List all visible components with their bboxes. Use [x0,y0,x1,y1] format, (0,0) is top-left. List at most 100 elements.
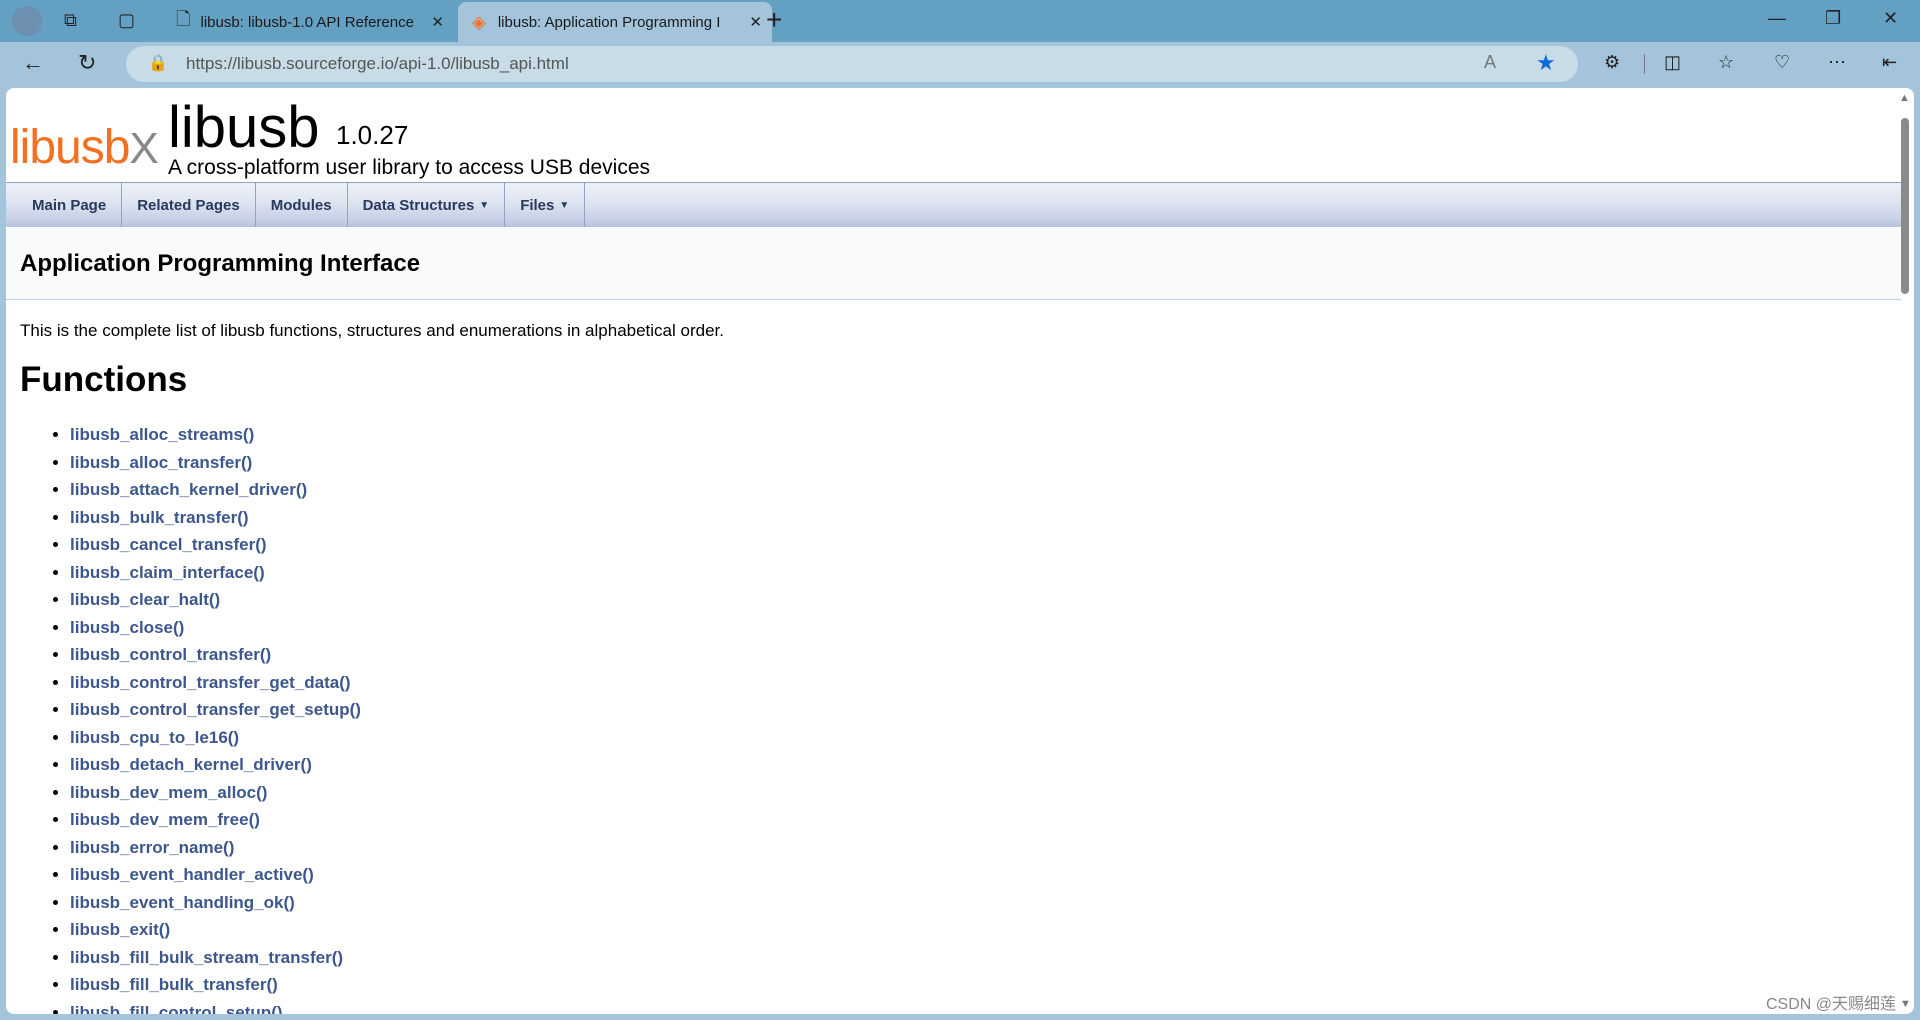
browser-essentials-icon[interactable]: ♡ [1774,52,1790,73]
profile-avatar[interactable] [12,6,42,36]
url-text[interactable]: https://libusb.sourceforge.io/api-1.0/li… [186,54,569,74]
list-item: libusb_fill_bulk_stream_transfer() [70,944,361,972]
address-bar[interactable]: 🔒 https://libusb.sourceforge.io/api-1.0/… [126,46,1578,82]
tab-label: libusb: Application Programming Interfac… [497,13,720,31]
web-page: libusbX libusb 1.0.27 A cross-platform u… [6,88,1914,1014]
nav-label: Modules [270,196,332,214]
function-link[interactable]: libusb_bulk_transfer() [70,508,249,527]
function-link[interactable]: libusb_claim_interface() [70,563,265,582]
project-name: libusb [168,95,320,160]
refresh-icon[interactable]: ↻ [78,50,96,76]
function-link[interactable]: libusb_control_transfer_get_data() [70,673,351,692]
sourceforge-icon: ◈ [472,11,486,32]
function-link[interactable]: libusb_event_handler_active() [70,865,314,884]
watermark: CSDN @天赐细莲 [1766,996,1897,1013]
page-header: Application Programming Interface [6,228,1901,300]
libusb-logo: libusbX [10,121,159,174]
list-item: libusb_alloc_transfer() [70,449,361,477]
vertical-tabs-icon[interactable]: ▢ [118,10,135,31]
functions-heading: Functions [20,360,188,399]
caret-down-icon: ▼ [559,199,570,211]
function-link[interactable]: libusb_dev_mem_alloc() [70,783,267,802]
close-tab-icon[interactable]: ✕ [749,13,762,31]
tab-application-programming-interface[interactable]: ◈ libusb: Application Programming Interf… [458,2,772,42]
nav-data-structures[interactable]: Data Structures ▼ [348,183,506,227]
scrollbar-thumb[interactable] [1901,118,1909,294]
list-item: libusb_claim_interface() [70,559,361,587]
list-item: libusb_event_handling_ok() [70,889,361,917]
nav-label: Related Pages [137,196,240,214]
more-icon[interactable]: ⋯ [1828,52,1846,73]
list-item: libusb_detach_kernel_driver() [70,751,361,779]
favorite-star-icon[interactable]: ★ [1536,50,1556,76]
function-link[interactable]: libusb_alloc_transfer() [70,453,252,472]
function-link[interactable]: libusb_fill_control_setup() [70,1003,283,1015]
function-link[interactable]: libusb_close() [70,618,184,637]
tab-label: libusb: libusb-1.0 API Reference [200,13,414,31]
close-tab-icon[interactable]: ✕ [431,13,444,31]
list-item: libusb_control_transfer() [70,641,361,669]
function-link[interactable]: libusb_dev_mem_free() [70,810,260,829]
list-item: libusb_dev_mem_alloc() [70,779,361,807]
back-icon[interactable]: ← [22,50,44,76]
close-window-icon[interactable]: ✕ [1883,8,1898,29]
function-link[interactable]: libusb_cancel_transfer() [70,535,267,554]
tab-bar: ⧉ ▢ 🗋 libusb: libusb-1.0 API Reference ✕… [0,0,1920,42]
list-item: libusb_close() [70,614,361,642]
function-link[interactable]: libusb_control_transfer_get_setup() [70,700,361,719]
caret-down-icon: ▼ [479,199,490,211]
main-nav: Main Page Related Pages Modules Data Str… [6,182,1901,227]
list-item: libusb_bulk_transfer() [70,504,361,532]
function-link[interactable]: libusb_alloc_streams() [70,425,254,444]
list-item: libusb_fill_bulk_transfer() [70,971,361,999]
toolbar-divider [1644,54,1645,74]
function-link[interactable]: libusb_fill_bulk_stream_transfer() [70,948,343,967]
function-link[interactable]: libusb_error_name() [70,838,234,857]
nav-label: Files [520,196,555,214]
list-item: libusb_clear_halt() [70,586,361,614]
split-screen-icon[interactable]: ◫ [1664,52,1681,73]
list-item: libusb_cancel_transfer() [70,531,361,559]
function-link[interactable]: libusb_attach_kernel_driver() [70,480,307,499]
function-link[interactable]: libusb_fill_bulk_transfer() [70,975,278,994]
list-item: libusb_exit() [70,916,361,944]
nav-label: Data Structures [362,196,475,214]
read-aloud-icon[interactable]: A [1484,52,1496,73]
function-link[interactable]: libusb_clear_halt() [70,590,220,609]
favorites-icon[interactable]: ☆ [1718,52,1734,73]
document-icon: 🗋 [176,9,191,29]
intro-text: This is the complete list of libusb func… [20,321,724,340]
scroll-up-icon[interactable]: ▲ [1899,92,1910,104]
minimize-icon[interactable]: — [1768,8,1786,29]
extensions-icon[interactable]: ⚙ [1604,52,1620,73]
restore-icon[interactable]: ❐ [1825,8,1841,29]
nav-main-page[interactable]: Main Page [6,183,123,227]
function-link[interactable]: libusb_control_transfer() [70,645,271,664]
function-link[interactable]: libusb_exit() [70,920,170,939]
function-link[interactable]: libusb_detach_kernel_driver() [70,755,312,774]
list-item: libusb_attach_kernel_driver() [70,476,361,504]
nav-modules[interactable]: Modules [256,183,348,227]
sidebar-toggle-icon[interactable]: ⇤ [1882,52,1897,73]
list-item: libusb_dev_mem_free() [70,806,361,834]
project-number: 1.0.27 [336,120,409,150]
function-link[interactable]: libusb_event_handling_ok() [70,893,295,912]
page-title: Application Programming Interface [20,250,421,277]
list-item: libusb_fill_control_setup() [70,999,361,1015]
list-item: libusb_error_name() [70,834,361,862]
scroll-down-icon[interactable]: ▼ [1900,998,1911,1010]
lock-icon[interactable]: 🔒 [148,53,168,73]
list-item: libusb_control_transfer_get_data() [70,669,361,697]
tab-api-reference[interactable]: 🗋 libusb: libusb-1.0 API Reference ✕ [170,2,454,42]
nav-files[interactable]: Files ▼ [505,183,586,227]
nav-label: Main Page [32,196,107,214]
new-tab-button[interactable]: + [766,4,782,36]
project-brief: A cross-platform user library to access … [168,156,650,179]
list-item: libusb_control_transfer_get_setup() [70,696,361,724]
list-item: libusb_alloc_streams() [70,421,361,449]
nav-related-pages[interactable]: Related Pages [122,183,256,227]
list-item: libusb_cpu_to_le16() [70,724,361,752]
functions-list: libusb_alloc_streams() libusb_alloc_trans… [70,421,361,1014]
function-link[interactable]: libusb_cpu_to_le16() [70,728,239,747]
workspaces-icon[interactable]: ⧉ [64,10,77,31]
